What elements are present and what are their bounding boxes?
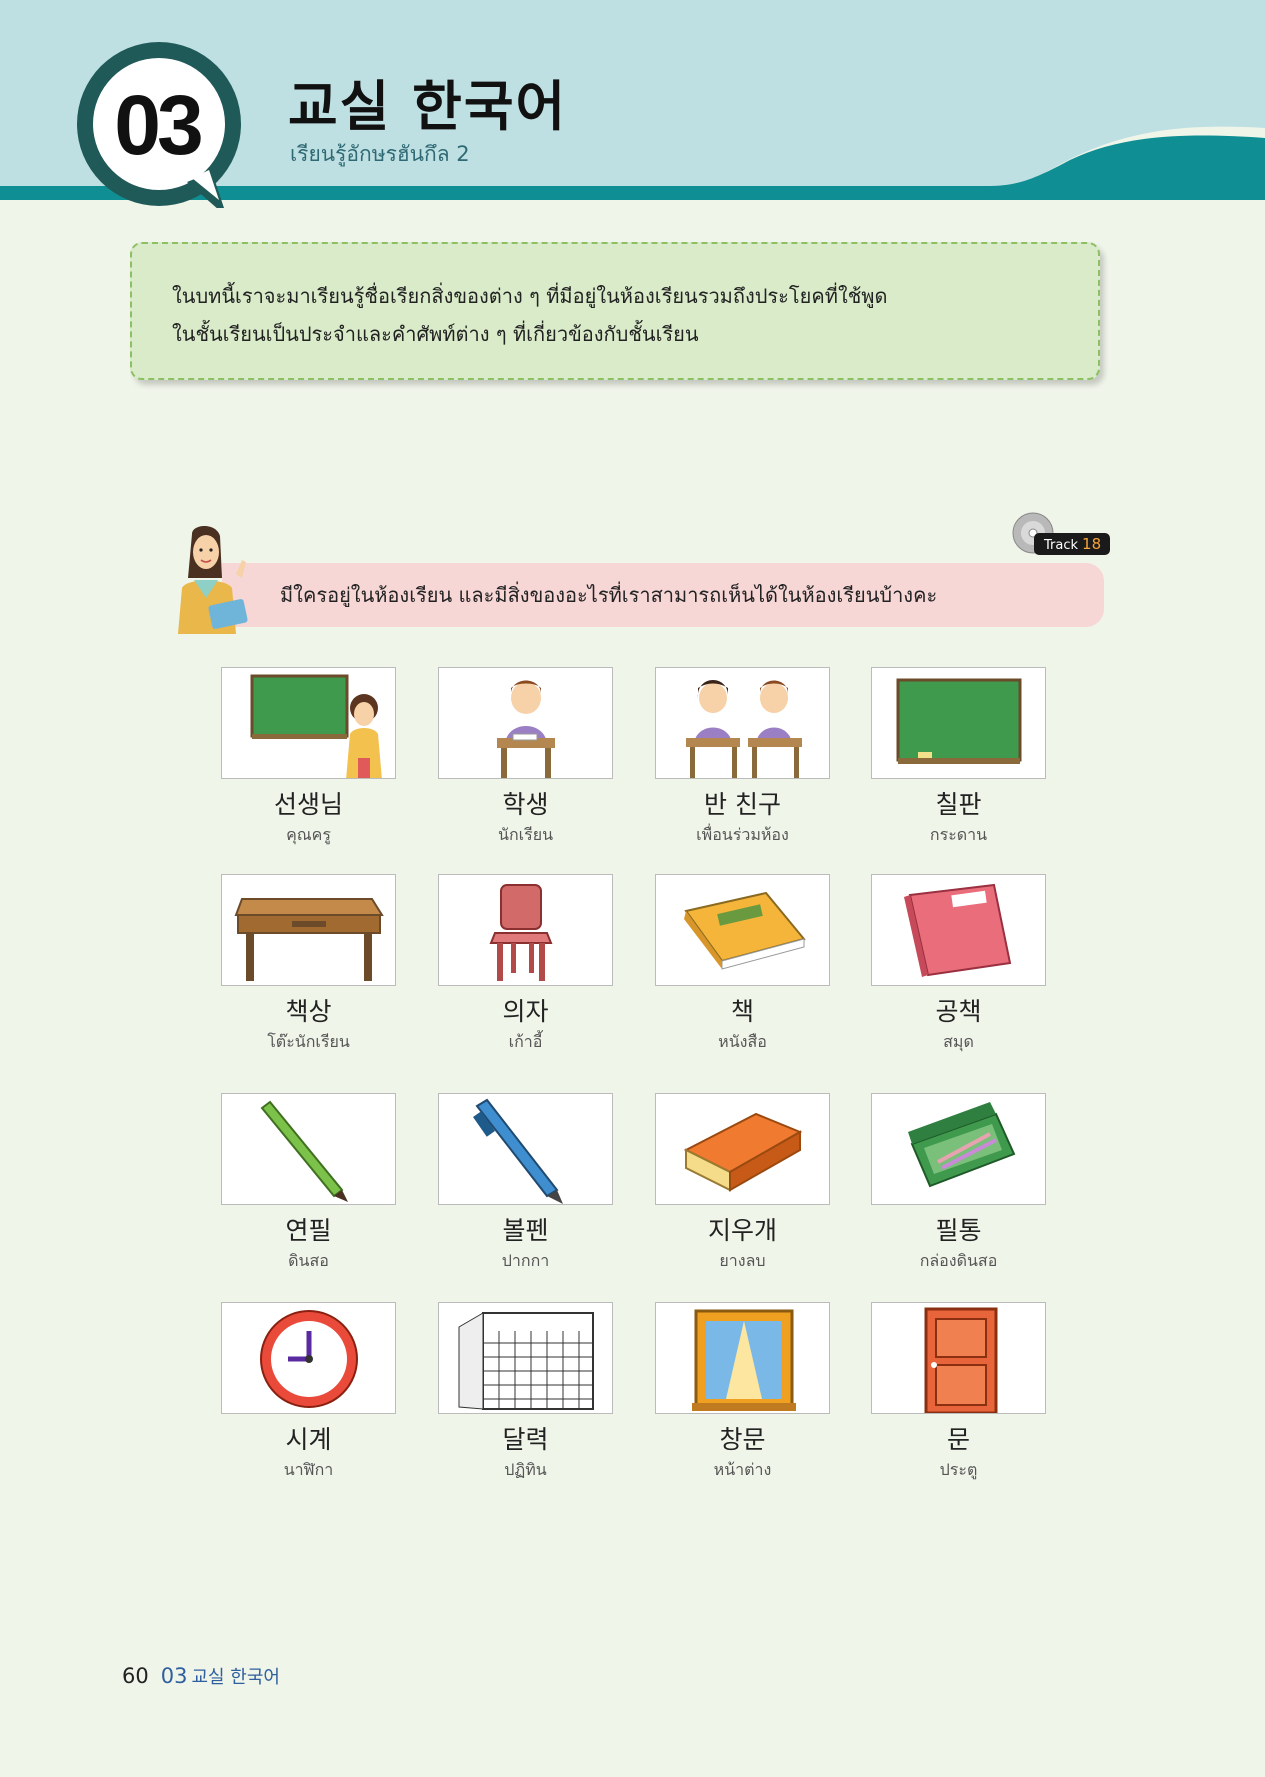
chapter-header: 03 교실 한국어 เรียนรู้อักษรฮันกึล 2 — [0, 0, 1265, 208]
vocab-thai: เก้าอี้ — [508, 1032, 543, 1051]
clock-icon — [260, 1310, 358, 1408]
vocab-korean: 볼펜 — [502, 1216, 549, 1245]
intro-line-2: ในชั้นเรียนเป็นประจำและคำศัพท์ต่าง ๆ ที่… — [172, 322, 699, 346]
desk-icon — [234, 898, 384, 981]
teacher-illustration-icon — [178, 526, 248, 634]
lesson-number: 03 — [114, 78, 203, 172]
classmates-icon — [686, 680, 802, 778]
vocab-thai: นาฬิกา — [283, 1460, 334, 1479]
vocab-card-image — [655, 667, 830, 779]
vocab-korean: 연필 — [285, 1216, 332, 1245]
vocab-card-image — [655, 874, 830, 986]
vocab-thai: กระดาน — [929, 825, 988, 844]
vocab-thai: นักเรียน — [498, 825, 553, 844]
vocab-korean: 시계 — [285, 1425, 332, 1454]
vocab-korean: 의자 — [502, 997, 549, 1026]
prompt-text: มีใครอยู่ในห้องเรียน และมีสิ่งของอะไรที่… — [280, 583, 938, 607]
vocab-korean: 칠판 — [935, 790, 982, 819]
vocab-thai: โต๊ะนักเรียน — [267, 1032, 350, 1051]
pencil-case-icon — [908, 1102, 1016, 1188]
chair-icon — [489, 884, 553, 981]
eraser-icon — [683, 1112, 803, 1192]
vocab-thai: หน้าต่าง — [713, 1460, 772, 1479]
footer-chapter-title: 교실 한국어 — [191, 1667, 280, 1688]
vocab-korean: 책 — [730, 997, 754, 1026]
vocab-card-image — [221, 1093, 396, 1205]
blackboard-icon — [896, 678, 1022, 764]
vocab-korean: 반 친구 — [704, 790, 781, 819]
student-icon — [497, 680, 555, 778]
vocab-card-image — [221, 1302, 396, 1414]
track-label: Track — [1044, 538, 1079, 553]
vocab-card-image — [871, 1302, 1046, 1414]
vocab-card-image — [871, 1093, 1046, 1205]
vocab-card-image — [438, 1302, 613, 1414]
calendar-icon — [458, 1312, 594, 1410]
footer-chapter: 03 — [160, 1664, 188, 1688]
audio-track-badge[interactable]: Track 18 — [1034, 533, 1111, 555]
vocab-korean: 공책 — [935, 997, 982, 1026]
vocab-card-image — [871, 874, 1046, 986]
vocab-thai: ปากกา — [501, 1251, 550, 1270]
vocab-card-image — [221, 667, 396, 779]
vocab-korean: 달력 — [502, 1425, 549, 1454]
vocab-korean: 책상 — [285, 997, 332, 1026]
page-number: 60 — [122, 1664, 149, 1688]
vocab-thai: สมุด — [943, 1032, 974, 1051]
vocab-card-image — [438, 874, 613, 986]
book-icon — [684, 891, 806, 970]
page-subtitle: เรียนรู้อักษรฮันกึล 2 — [290, 142, 470, 166]
intro-box: ในบทนี้เราจะมาเรียนรู้ชื่อเรียกสิ่งของต่… — [130, 242, 1100, 380]
door-icon — [924, 1307, 998, 1413]
vocab-korean: 문 — [946, 1425, 970, 1454]
prompt-banner: มีใครอยู่ในห้องเรียน และมีสิ่งของอะไรที่… — [222, 563, 1104, 627]
vocab-card-image — [221, 874, 396, 986]
vocab-thai: กล่องดินสอ — [919, 1251, 998, 1270]
lesson-badge: 03 — [77, 42, 243, 208]
vocab-thai: ปฏิทิน — [504, 1460, 547, 1479]
vocab-thai: ดินสอ — [288, 1251, 329, 1270]
vocab-korean: 창문 — [719, 1425, 766, 1454]
vocab-korean: 선생님 — [273, 790, 343, 819]
vocab-thai: ประตู — [939, 1460, 978, 1479]
vocab-thai: คุณครู — [286, 825, 331, 844]
notebook-icon — [904, 883, 1012, 977]
intro-line-1: ในบทนี้เราจะมาเรียนรู้ชื่อเรียกสิ่งของต่… — [172, 284, 888, 308]
vocab-card-image — [655, 1302, 830, 1414]
page-footer: 60 03 교실 한국어 — [122, 1663, 280, 1689]
vocab-card-image — [655, 1093, 830, 1205]
track-number: 18 — [1082, 535, 1102, 553]
vocab-korean: 학생 — [502, 790, 549, 819]
vocab-thai: หนังสือ — [718, 1032, 767, 1051]
vocab-korean: 필통 — [935, 1216, 982, 1245]
pencil-icon — [260, 1100, 348, 1202]
pen-icon — [473, 1098, 563, 1204]
page-title: 교실 한국어 — [288, 75, 568, 138]
vocab-korean: 지우개 — [707, 1216, 777, 1245]
teacher-blackboard-icon — [250, 674, 382, 778]
vocab-card-image — [871, 667, 1046, 779]
window-icon — [692, 1309, 796, 1411]
vocab-thai: ยางลบ — [719, 1251, 766, 1270]
vocab-card-image — [438, 667, 613, 779]
vocab-card-image — [438, 1093, 613, 1205]
vocab-thai: เพื่อนร่วมห้อง — [696, 825, 789, 844]
